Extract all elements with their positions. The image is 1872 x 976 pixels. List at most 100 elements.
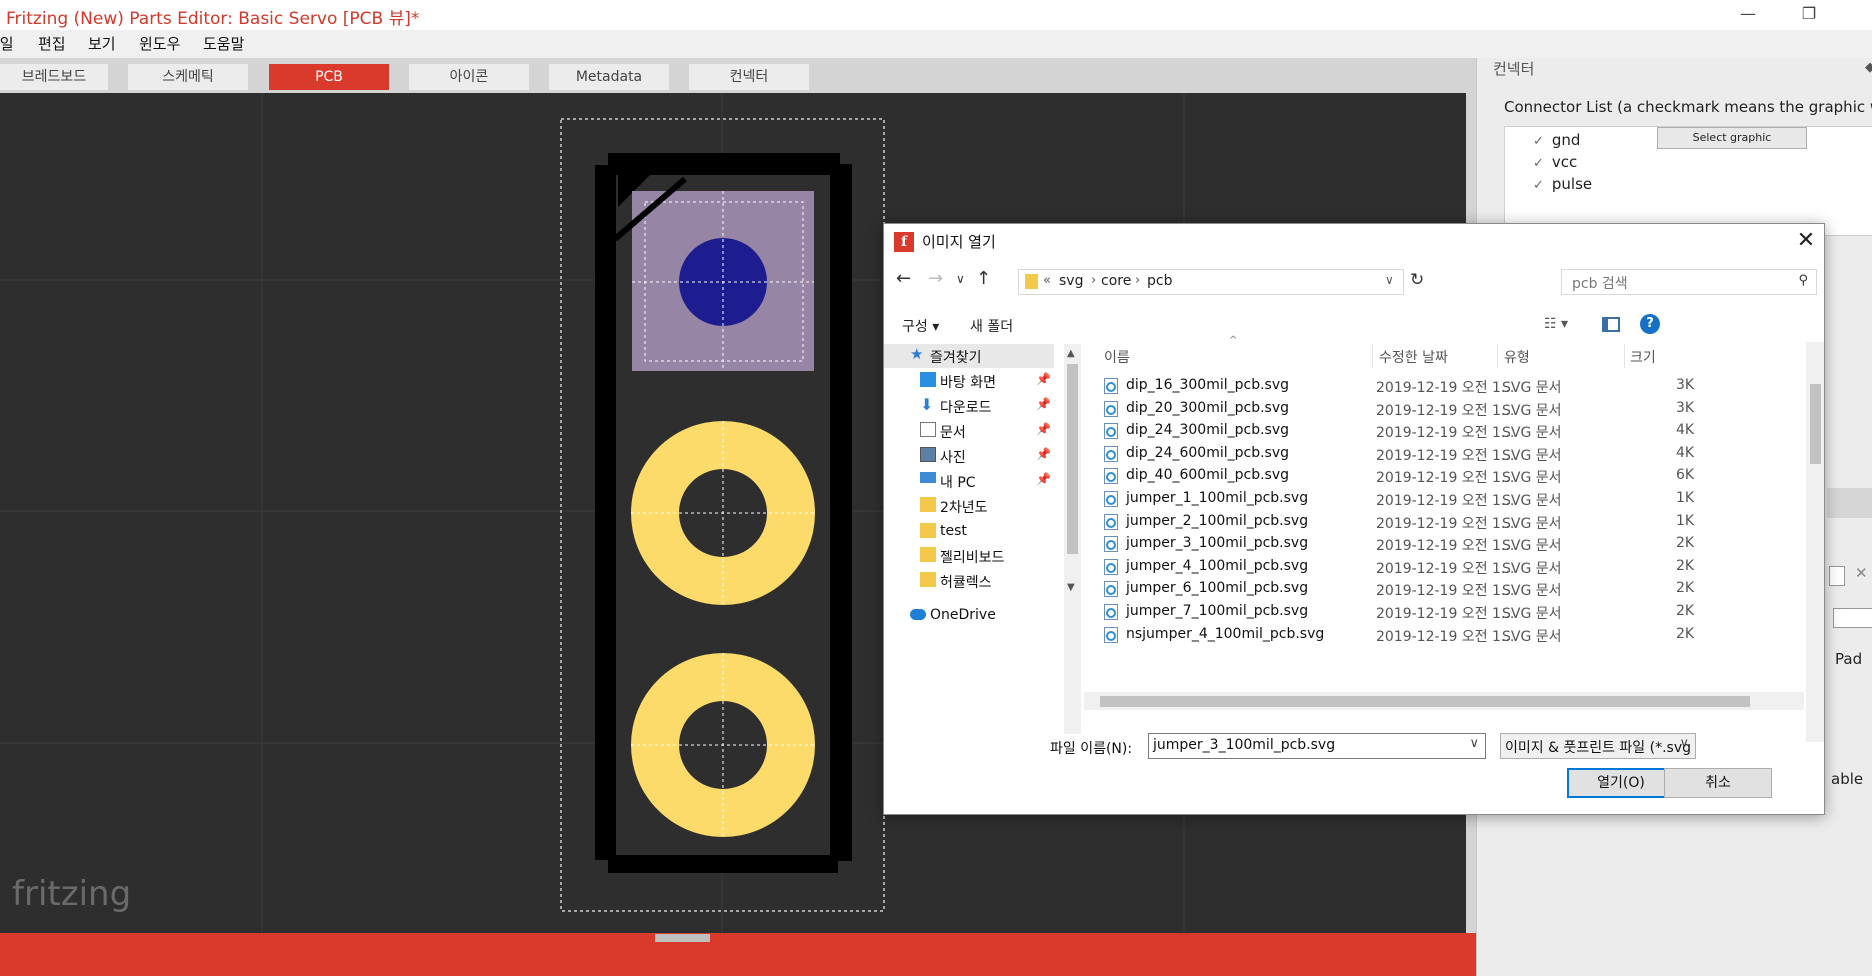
file-list-vertical-thumb[interactable] [1810,384,1821,464]
tree-item-this-pc[interactable]: 내 PC 📌 [884,469,1054,493]
file-date: 2019-12-19 오전 1... [1376,447,1515,464]
new-folder-button[interactable]: 새 폴더 [970,316,1013,336]
connector-gnd[interactable]: ✓ gnd [1533,131,1580,149]
panel-close-icon[interactable]: ✕ [1855,564,1868,582]
breadcrumb-svg[interactable]: svg [1059,273,1083,289]
tree-item-folder-herkulex[interactable]: 허큘렉스 [884,569,1054,593]
back-arrow-icon[interactable]: ← [896,268,911,289]
panel-checkbox[interactable] [1829,566,1845,586]
bottom-toolbar [0,933,1476,976]
tree-item-documents[interactable]: 문서 📌 [884,419,1054,443]
pad-label: Pad [1835,650,1863,668]
scroll-down-icon[interactable]: ▼ [1067,582,1075,593]
panel-field[interactable] [1833,608,1872,628]
table-row[interactable]: dip_24_600mil_pcb.svg 2019-12-19 오전 1... S… [1084,443,1774,465]
menu-window[interactable]: 윈도우 [139,33,180,54]
file-type: SVG 문서 [1502,583,1562,600]
breadcrumb-core[interactable]: core [1101,273,1131,289]
up-arrow-icon[interactable]: ↑ [976,268,991,289]
file-size: 1K [1676,512,1695,529]
column-header-type[interactable]: 유형 [1504,347,1530,367]
search-input[interactable]: pcb 검색 [1572,273,1628,293]
desktop-icon [920,372,936,387]
table-row[interactable]: jumper_3_100mil_pcb.svg 2019-12-19 오전 1..… [1084,533,1774,555]
dialog-close-button[interactable]: ✕ [1788,226,1824,256]
file-type: SVG 문서 [1502,628,1562,645]
column-header-date[interactable]: 수정한 날짜 [1379,347,1448,367]
panel-divider [1827,488,1872,518]
tab-icon[interactable]: 아이콘 [409,64,529,90]
table-row[interactable]: dip_20_300mil_pcb.svg 2019-12-19 오전 1... S… [1084,398,1774,420]
connector-vcc[interactable]: ✓ vcc [1533,153,1577,171]
column-header-name[interactable]: 이름 [1104,347,1130,367]
open-button[interactable]: 열기(O) [1567,768,1675,798]
table-row[interactable]: jumper_4_100mil_pcb.svg 2019-12-19 오전 1..… [1084,556,1774,578]
minimize-button[interactable]: — [1725,0,1771,30]
file-type: SVG 문서 [1502,515,1562,532]
filename-input[interactable]: jumper_3_100mil_pcb.svg ∨ [1148,733,1486,759]
filetype-select[interactable]: 이미지 & 풋프린트 파일 (*.svg ∨ [1500,733,1696,759]
file-name: jumper_1_100mil_pcb.svg [1126,490,1309,506]
preview-pane-icon[interactable] [1602,317,1620,332]
forward-arrow-icon[interactable]: → [928,268,943,289]
table-row[interactable]: jumper_7_100mil_pcb.svg 2019-12-19 오전 1..… [1084,601,1774,623]
table-row[interactable]: jumper_6_100mil_pcb.svg 2019-12-19 오전 1..… [1084,578,1774,600]
tab-schematic[interactable]: 스케메틱 [128,64,248,90]
file-name: jumper_3_100mil_pcb.svg [1126,535,1309,552]
view-options-icon[interactable]: ☷ ▾ [1544,316,1568,332]
canvas-scroll-thumb[interactable] [655,934,710,942]
file-type: SVG 문서 [1502,560,1562,577]
table-row[interactable]: jumper_1_100mil_pcb.svg 2019-12-19 오전 1..… [1084,488,1774,510]
file-type: SVG 문서 [1502,493,1562,509]
scroll-up-icon[interactable]: ▲ [1067,348,1075,359]
column-header-size[interactable]: 크기 [1630,347,1656,367]
file-type: SVG 문서 [1502,538,1562,555]
chevron-down-icon[interactable]: ∨ [1469,736,1479,751]
tree-item-folder-test[interactable]: test [884,520,1054,544]
document-icon [920,422,936,437]
tree-item-desktop[interactable]: 바탕 화면 📌 [884,369,1054,393]
file-name: jumper_4_100mil_pcb.svg [1126,557,1309,574]
file-date: 2019-12-19 오전 1... [1376,538,1515,555]
panel-float-icon[interactable]: ◆ [1865,60,1872,75]
search-box[interactable]: pcb 검색 ⚲ [1561,269,1817,295]
file-size: 4K [1676,444,1695,461]
tab-connectors[interactable]: 컨넥터 [689,64,809,90]
tab-metadata[interactable]: Metadata [549,64,669,90]
table-row[interactable]: dip_16_300mil_pcb.svg 2019-12-19 오전 1... S… [1084,375,1774,397]
organize-menu[interactable]: 구성 ▾ [902,316,939,336]
tree-item-folder-jellybee[interactable]: 젤리비보드 [884,544,1054,568]
recent-locations-icon[interactable]: ∨ [956,272,965,286]
tree-item-folder-2nd-year[interactable]: 2차년도 [884,494,1054,518]
picture-icon [920,447,936,462]
address-bar[interactable]: « svg › core › pcb ∨ [1018,269,1404,295]
table-row[interactable]: dip_24_300mil_pcb.svg 2019-12-19 오전 1... S… [1084,420,1774,442]
chevron-down-icon[interactable]: ∨ [1385,273,1394,287]
tree-item-downloads[interactable]: ⬇ 다운로드 📌 [884,394,1054,418]
file-type: SVG 문서 [1502,606,1562,622]
breadcrumb-pcb[interactable]: pcb [1147,273,1172,289]
star-icon: ★ [910,345,924,363]
table-row[interactable]: nsjumper_4_100mil_pcb.svg 2019-12-19 오전 1… [1084,624,1774,646]
tab-breadboard[interactable]: 브레드보드 [0,64,108,90]
table-row[interactable]: jumper_2_100mil_pcb.svg 2019-12-19 오전 1..… [1084,511,1774,533]
tab-pcb[interactable]: PCB [269,64,389,90]
help-icon[interactable]: ? [1640,314,1660,334]
tree-item-onedrive[interactable]: OneDrive [884,604,1054,628]
cancel-button[interactable]: 취소 [1664,768,1772,798]
navigation-scroll-thumb[interactable] [1067,364,1078,554]
table-row[interactable]: dip_40_600mil_pcb.svg 2019-12-19 오전 1... S… [1084,465,1774,487]
file-name: dip_24_300mil_pcb.svg [1126,422,1290,439]
select-graphic-button[interactable]: Select graphic [1657,127,1807,149]
tree-item-favorites[interactable]: ★ 즐겨찾기 [884,344,1054,368]
cloud-icon [910,609,926,620]
menu-edit[interactable]: 편집 [38,33,66,54]
menu-file[interactable]: 파일 [0,33,14,54]
connector-pulse[interactable]: ✓ pulse [1533,175,1592,193]
restore-button[interactable]: ❐ [1786,0,1832,30]
file-list-horizontal-thumb[interactable] [1100,696,1750,707]
menu-view[interactable]: 보기 [88,33,116,54]
refresh-icon[interactable]: ↻ [1410,270,1424,290]
tree-item-pictures[interactable]: 사진 📌 [884,444,1054,468]
menu-help[interactable]: 도움말 [203,33,244,54]
